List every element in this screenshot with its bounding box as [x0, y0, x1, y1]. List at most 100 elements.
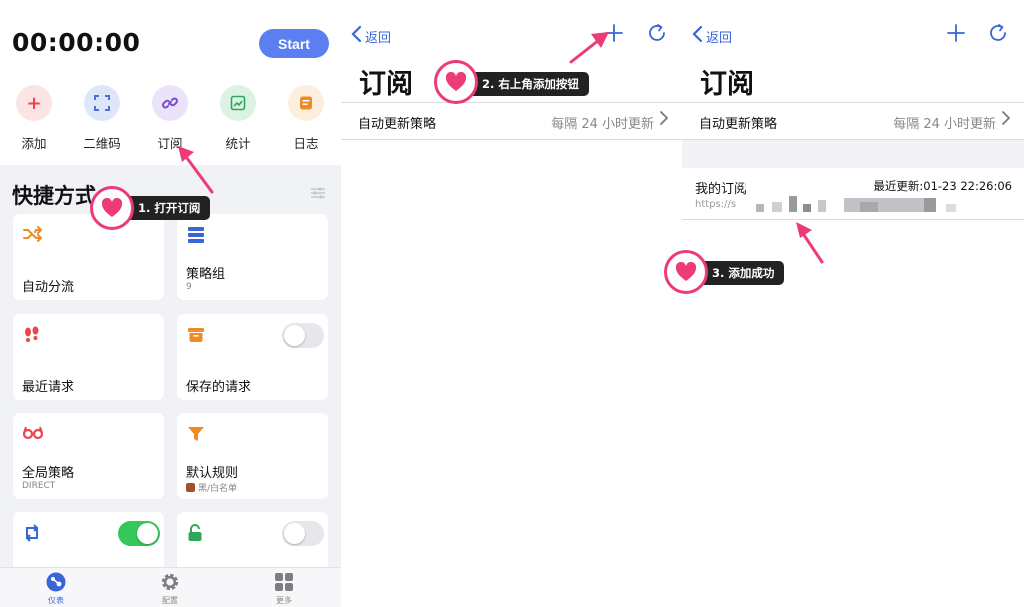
chart-icon: [220, 85, 256, 121]
card-subtitle: DIRECT: [22, 481, 56, 491]
chevron-right-icon: [1001, 110, 1011, 130]
section-spacer: [682, 140, 1024, 168]
card-saved-requests[interactable]: 保存的请求: [177, 314, 328, 400]
dashboard-panel: 00:00:00 Start + 添加 二维码 订阅 统计 日志 快捷方式 自动…: [0, 0, 341, 607]
start-button[interactable]: Start: [259, 29, 329, 58]
card-subtitle: 黑/白名单: [198, 484, 238, 494]
tutorial-stage: 00:00:00 Start + 添加 二维码 订阅 统计 日志 快捷方式 自动…: [0, 0, 1024, 607]
heart-icon: [664, 250, 708, 294]
gear-icon: [160, 572, 180, 592]
chevron-left-icon: [351, 25, 362, 47]
card-title: 策略组: [186, 267, 226, 282]
quick-action-label: 统计: [225, 136, 251, 151]
auto-update-row[interactable]: 自动更新策略 每隔 24 小时更新: [682, 102, 1024, 140]
box-icon: [187, 326, 205, 348]
auto-update-value: 每隔 24 小时更新: [893, 117, 996, 132]
card-auto-routing[interactable]: 自动分流: [13, 214, 164, 300]
back-label: 返回: [706, 30, 733, 46]
back-button[interactable]: 返回: [351, 25, 391, 47]
redaction-pixel: [789, 196, 797, 212]
refresh-button[interactable]: [646, 22, 668, 44]
plus-icon: +: [16, 85, 52, 121]
back-button[interactable]: 返回: [692, 25, 732, 47]
card-subtitle: 9: [186, 282, 192, 292]
callout-arrow-2: [569, 32, 609, 64]
auto-update-value: 每隔 24 小时更新: [551, 117, 654, 132]
card-title: 全局策略: [22, 466, 75, 481]
stack-icon: [187, 226, 205, 248]
tab-bar: 仪表 配置 更多: [0, 567, 341, 607]
refresh-icon: [649, 24, 665, 41]
subscription-panel-added: 返回 订阅 自动更新策略 每隔 24 小时更新 我的订阅 最近更新:01-23 …: [682, 0, 1024, 607]
tab-config[interactable]: 配置: [140, 572, 200, 606]
heart-icon: [90, 186, 134, 230]
redaction-pixel: [844, 198, 934, 212]
refresh-icon: [990, 24, 1006, 41]
redaction-pixel: [803, 204, 811, 212]
quick-action-label: 日志: [293, 136, 319, 151]
log-icon: [288, 85, 324, 121]
callout-arrow-3: [796, 222, 824, 264]
card-title: 自动分流: [22, 280, 75, 295]
chevron-left-icon: [692, 25, 703, 47]
subscription-updated: 最近更新:01-23 22:26:06: [873, 179, 1012, 193]
shuffle-icon: [23, 226, 43, 246]
card-title: 默认规则: [186, 466, 239, 481]
link-icon: [152, 85, 188, 121]
person-icon: [186, 483, 195, 492]
plus-icon: [947, 24, 965, 42]
redaction-pixel: [924, 198, 936, 212]
sync-icon: [23, 524, 41, 546]
quick-action-stats[interactable]: 统计: [213, 85, 263, 152]
card-title: 最近请求: [22, 380, 75, 395]
auto-update-row[interactable]: 自动更新策略 每隔 24 小时更新: [341, 102, 682, 140]
card-recent-requests[interactable]: 最近请求: [13, 314, 164, 400]
redaction-pixel: [818, 200, 826, 212]
grid-icon: [274, 572, 294, 592]
page-title: 订阅: [359, 69, 413, 100]
lock-open-icon: [187, 524, 203, 546]
redaction-mask: [744, 176, 766, 190]
tab-label: 配置: [162, 596, 178, 605]
auto-update-label: 自动更新策略: [699, 117, 778, 132]
scan-icon: [84, 85, 120, 121]
card-title: 保存的请求: [186, 380, 252, 395]
card-policy-group[interactable]: 策略组 9: [177, 214, 328, 300]
glasses-icon: [22, 425, 44, 445]
dashboard-icon: [46, 572, 66, 592]
rewrite-toggle[interactable]: [118, 521, 160, 546]
footprint-icon: [23, 326, 41, 348]
card-subtitle-wrap: 黑/白名单: [186, 481, 237, 494]
shortcuts-title: 快捷方式: [12, 184, 96, 208]
add-subscription-button[interactable]: [945, 22, 967, 44]
tab-more[interactable]: 更多: [254, 572, 314, 606]
tab-label: 更多: [276, 596, 292, 605]
chevron-right-icon: [659, 110, 669, 130]
redaction-pixel: [860, 202, 878, 212]
sliders-icon[interactable]: [310, 186, 326, 200]
subscription-item[interactable]: 我的订阅 最近更新:01-23 22:26:06 https://s: [682, 168, 1024, 220]
tab-label: 仪表: [48, 596, 64, 605]
redaction-pixel: [772, 202, 782, 212]
quick-action-log[interactable]: 日志: [281, 85, 331, 152]
refresh-button[interactable]: [987, 22, 1009, 44]
redaction-pixel: [946, 204, 956, 212]
callout-arrow-1: [178, 146, 214, 194]
card-default-rules[interactable]: 默认规则 黑/白名单: [177, 413, 328, 499]
quick-action-add[interactable]: + 添加: [9, 85, 59, 152]
quick-action-qrcode[interactable]: 二维码: [77, 85, 127, 152]
subscription-name: 我的订阅: [695, 182, 748, 197]
timer-display: 00:00:00: [12, 28, 141, 57]
tab-dashboard[interactable]: 仪表: [26, 572, 86, 606]
saved-requests-toggle[interactable]: [282, 323, 324, 348]
redaction-pixel: [756, 204, 764, 212]
heart-icon: [434, 60, 478, 104]
quick-action-label: 添加: [21, 136, 47, 151]
subscription-url: https://s: [695, 199, 737, 210]
page-title: 订阅: [700, 69, 754, 100]
back-label: 返回: [365, 30, 392, 46]
card-global-policy[interactable]: 全局策略 DIRECT: [13, 413, 164, 499]
quick-action-label: 二维码: [83, 136, 121, 151]
mitm-toggle[interactable]: [282, 521, 324, 546]
filter-icon: [187, 425, 205, 447]
